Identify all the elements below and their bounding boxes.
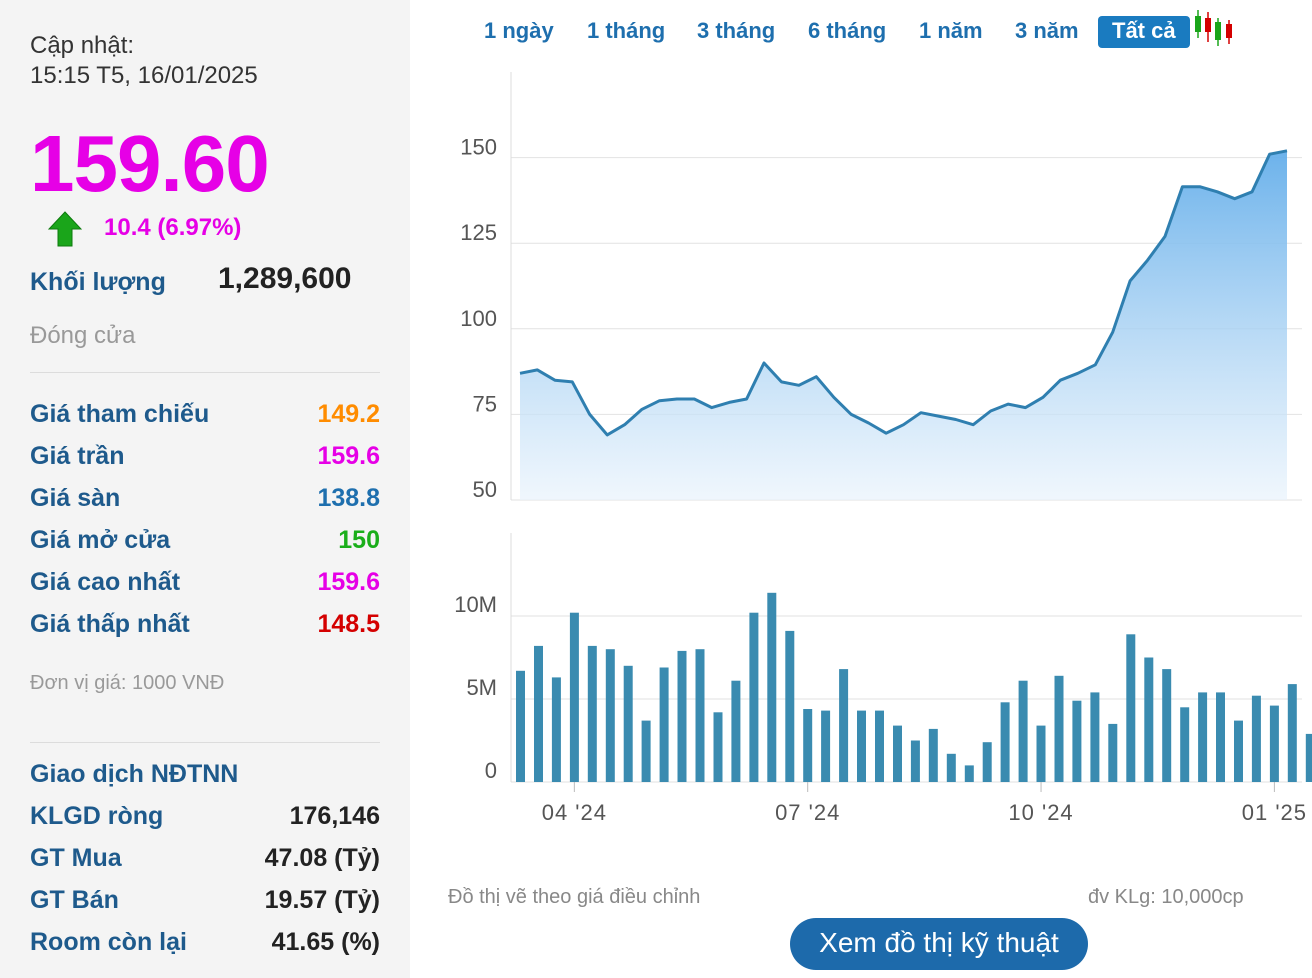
volume-bar: [695, 649, 705, 782]
price-y-tick-label: 75: [473, 391, 497, 416]
price-y-tick-label: 50: [473, 477, 497, 502]
volume-bar: [946, 753, 956, 782]
volume-bar: [1269, 705, 1279, 782]
volume-bar: [1090, 692, 1100, 782]
volume-bar: [713, 712, 723, 782]
volume-bar: [1000, 702, 1010, 782]
price-y-tick-label: 125: [460, 220, 497, 245]
volume-bar: [731, 680, 741, 782]
volume-y-axis: 0 5M 10M: [454, 592, 497, 783]
volume-bar: [964, 765, 974, 782]
price-volume-chart: 5075100125150 05M10M 04 '24 07 '24 10 '24 0…: [454, 72, 1312, 825]
volume-bar: [1216, 692, 1225, 782]
x-tick-label: 01 '25: [1242, 800, 1307, 825]
volume-bar: [1180, 707, 1190, 782]
volume-bar: [1036, 725, 1046, 782]
volume-bar: [749, 612, 759, 782]
volume-bar: [534, 645, 543, 782]
volume-bar: [1144, 657, 1154, 782]
x-tick-label: 07 '24: [775, 800, 840, 825]
volume-bar: [1198, 692, 1208, 782]
volume-bar: [1287, 684, 1297, 782]
volume-bar: [641, 720, 651, 782]
volume-bar: [928, 728, 938, 782]
volume-bar: [982, 742, 992, 782]
volume-bar: [1054, 675, 1064, 782]
price-y-tick-label: 100: [460, 306, 497, 331]
volume-y-tick-label: 5M: [466, 675, 497, 700]
volume-bar: [569, 612, 579, 782]
volume-bar: [767, 592, 777, 782]
volume-y-tick-label: 10M: [454, 592, 497, 617]
volume-bar: [623, 665, 633, 782]
volume-bar: [659, 667, 669, 782]
x-tick-label: 10 '24: [1008, 800, 1073, 825]
volume-bars: [516, 592, 1312, 782]
price-y-axis: 50 75 100 125 150: [460, 135, 497, 502]
volume-bar: [839, 669, 849, 782]
volume-bar: [1072, 700, 1082, 782]
volume-bar: [803, 709, 813, 782]
volume-bar: [821, 710, 831, 782]
volume-bar: [785, 630, 795, 782]
volume-bar: [516, 670, 525, 782]
volume-bar: [875, 710, 884, 782]
volume-bar: [605, 649, 615, 782]
volume-bar: [1234, 720, 1243, 782]
volume-bar: [1126, 634, 1136, 782]
volume-bar: [1305, 733, 1312, 782]
volume-bar: [1108, 723, 1118, 782]
volume-bar: [1018, 680, 1028, 782]
price-area: [520, 150, 1287, 501]
price-y-tick-label: 150: [460, 135, 497, 160]
volume-bar: [677, 650, 687, 782]
volume-bar: [893, 725, 902, 782]
volume-bar: [551, 677, 561, 782]
volume-y-tick-label: 0: [485, 758, 497, 783]
volume-bar: [910, 740, 920, 782]
adjusted-price-note: Đồ thị vẽ theo giá điều chỉnh: [448, 886, 701, 908]
technical-chart-button[interactable]: Xem đồ thị kỹ thuật: [790, 918, 1088, 970]
x-axis: 04 '24 07 '24 10 '24 01 '25: [542, 782, 1307, 825]
volume-bar: [1251, 695, 1261, 782]
volume-bar: [857, 710, 866, 782]
x-tick-label: 04 '24: [542, 800, 607, 825]
volume-bar: [587, 645, 597, 782]
volume-bar: [1162, 669, 1172, 782]
volume-unit-note: đv KLg: 10,000cp: [1088, 886, 1244, 908]
